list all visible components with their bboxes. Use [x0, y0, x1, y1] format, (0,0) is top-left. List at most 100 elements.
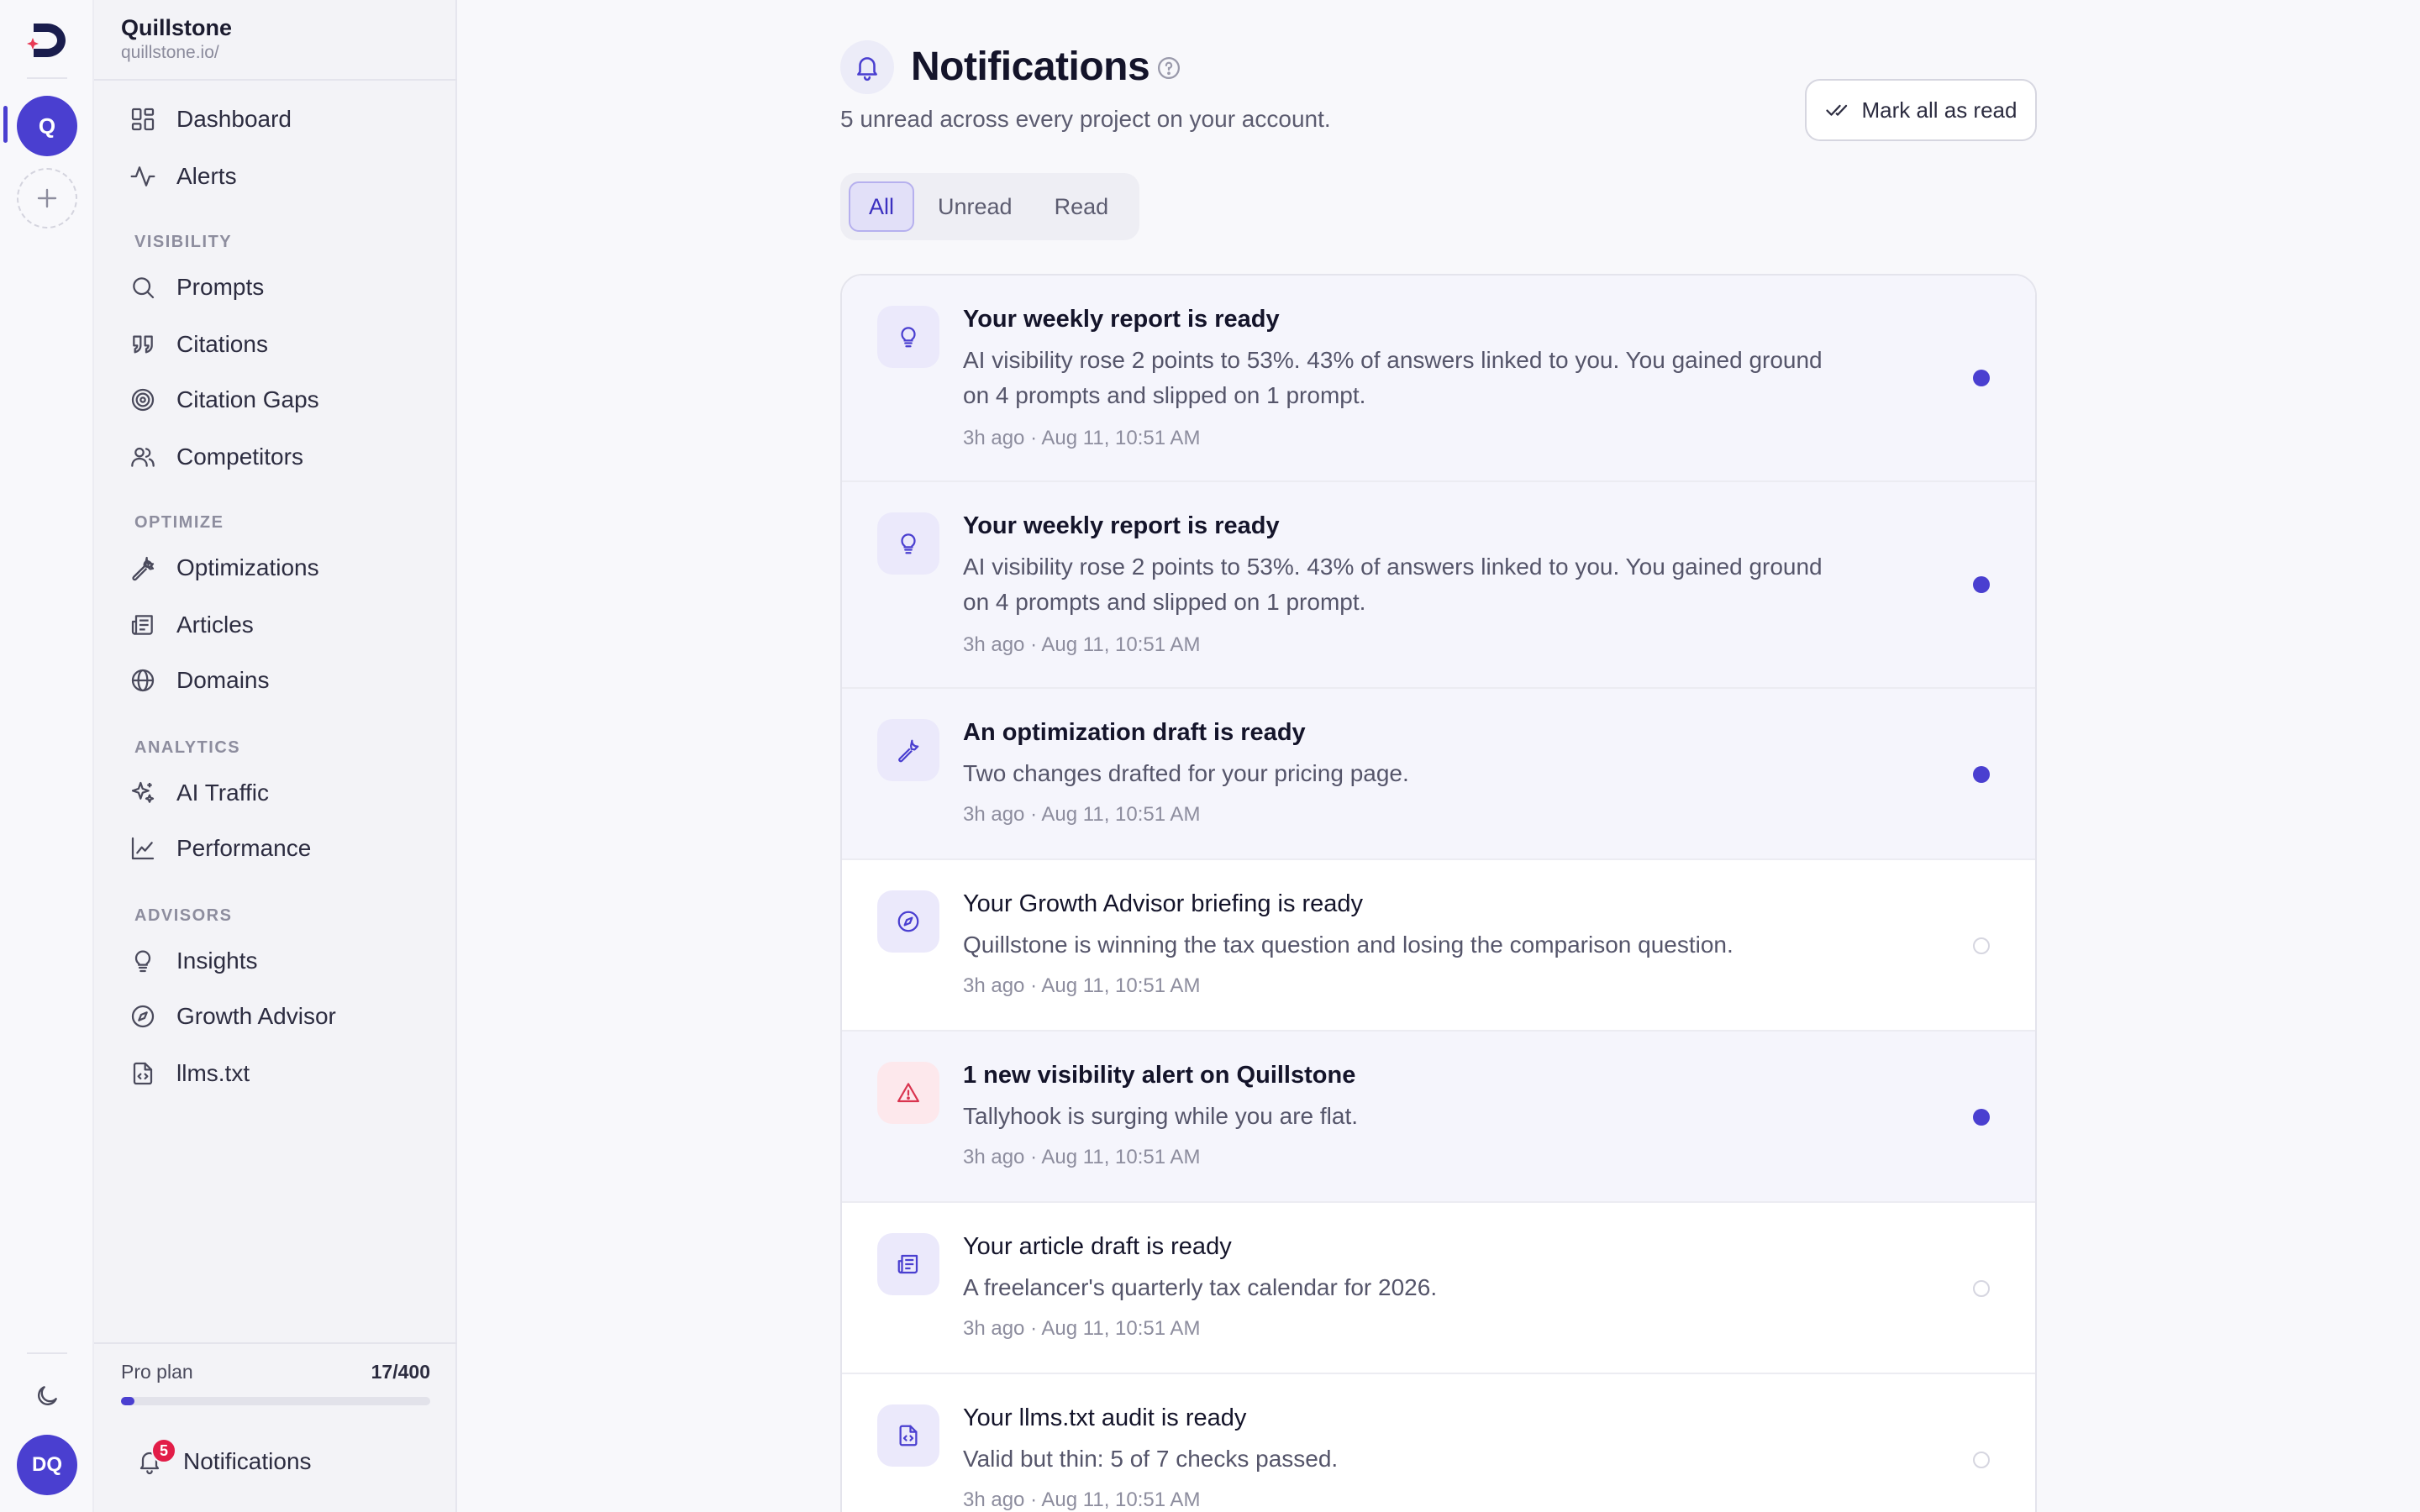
sidebar-item-notifications[interactable]: 5 Notifications: [134, 1438, 312, 1485]
sparkles-icon: [128, 778, 158, 808]
read-indicator[interactable]: [1973, 937, 1990, 954]
sidebar-item-label: Dashboard: [176, 106, 292, 132]
plan-count: 17/400: [371, 1361, 430, 1383]
sidebar-item-growth-advisor[interactable]: Growth Advisor: [128, 993, 336, 1040]
notification-row[interactable]: An optimization draft is ready Two chang…: [842, 689, 2035, 860]
notification-row[interactable]: Your Growth Advisor briefing is ready Qu…: [842, 860, 2035, 1032]
target-icon: [128, 385, 158, 415]
notification-title: Your llms.txt audit is ready: [963, 1404, 1247, 1431]
notification-row[interactable]: Your llms.txt audit is ready Valid but t…: [842, 1374, 2035, 1512]
user-avatar[interactable]: DQ: [17, 1435, 77, 1495]
wrench-icon: [128, 553, 158, 583]
mark-all-read-label: Mark all as read: [1861, 97, 2018, 123]
sidebar-divider-bottom: [94, 1342, 457, 1344]
sidebar-item-label: Alerts: [176, 163, 237, 189]
notification-list: Your weekly report is ready AI visibilit…: [840, 274, 2037, 1512]
app-logo-icon[interactable]: [24, 17, 71, 64]
alert-triangle-icon: [877, 1062, 939, 1124]
notification-title: Your article draft is ready: [963, 1233, 1232, 1260]
sidebar-item-ai-traffic[interactable]: AI Traffic: [128, 769, 269, 816]
sidebar-item-prompts[interactable]: Prompts: [128, 264, 264, 311]
project-switcher[interactable]: Quillstone quillstone.io/: [121, 15, 232, 63]
notification-row[interactable]: Your weekly report is ready AI visibilit…: [842, 276, 2035, 482]
notification-body: A freelancer's quarterly tax calendar fo…: [963, 1274, 1438, 1300]
activity-icon: [128, 161, 158, 192]
help-circle-icon[interactable]: [1156, 55, 1181, 81]
notification-row[interactable]: Your weekly report is ready AI visibilit…: [842, 482, 2035, 689]
sidebar-divider: [94, 79, 457, 81]
plan-progress-bar: [121, 1397, 430, 1405]
section-label-analytics: ANALYTICS: [134, 738, 241, 757]
sidebar-item-articles[interactable]: Articles: [128, 601, 254, 648]
notification-time: 3h ago · Aug 11, 10:51 AM: [963, 427, 1201, 449]
sidebar-item-citations[interactable]: Citations: [128, 321, 268, 368]
moon-icon: [38, 1386, 57, 1405]
sidebar-item-insights[interactable]: Insights: [128, 937, 258, 984]
theme-toggle-button[interactable]: [30, 1379, 64, 1413]
sidebar-item-label: Domains: [176, 667, 270, 693]
compass-icon: [877, 890, 939, 953]
lightbulb-icon: [128, 946, 158, 976]
sidebar-item-llms-txt[interactable]: llms.txt: [128, 1050, 250, 1097]
globe-icon: [128, 665, 158, 696]
notification-title: Your Growth Advisor briefing is ready: [963, 890, 1364, 917]
double-check-icon: [1825, 104, 1847, 116]
read-indicator[interactable]: [1973, 1452, 1990, 1468]
sidebar-item-alerts[interactable]: Alerts: [128, 153, 237, 200]
wrench-icon: [877, 719, 939, 781]
dashboard-icon: [128, 104, 158, 134]
lightbulb-icon: [877, 306, 939, 368]
notification-body: Two changes drafted for your pricing pag…: [963, 760, 1409, 786]
sidebar-item-label: AI Traffic: [176, 780, 269, 806]
project-url: quillstone.io/: [121, 43, 219, 62]
active-workspace-indicator: [3, 106, 8, 143]
plus-icon: [37, 188, 57, 208]
sidebar-item-domains[interactable]: Domains: [128, 657, 269, 704]
notification-body: AI visibility rose 2 points to 53%. 43% …: [963, 554, 1823, 615]
section-label-advisors: ADVISORS: [134, 906, 233, 925]
notification-time: 3h ago · Aug 11, 10:51 AM: [963, 633, 1201, 656]
unread-indicator[interactable]: [1973, 576, 1990, 593]
filter-tabs: All Unread Read: [840, 173, 1139, 240]
notification-title: An optimization draft is ready: [963, 719, 1306, 746]
sidebar-item-label: Competitors: [176, 444, 303, 470]
tab-unread[interactable]: Unread: [919, 181, 1031, 232]
sidebar-item-performance[interactable]: Performance: [128, 825, 311, 872]
mark-all-read-button[interactable]: Mark all as read: [1805, 79, 2037, 141]
plan-progress-fill: [121, 1397, 134, 1405]
sidebar-item-label: llms.txt: [176, 1060, 250, 1086]
notification-body: Quillstone is winning the tax question a…: [963, 932, 1733, 958]
line-chart-icon: [128, 833, 158, 864]
notification-body: Valid but thin: 5 of 7 checks passed.: [963, 1446, 1339, 1472]
file-code-icon: [877, 1404, 939, 1467]
notification-time: 3h ago · Aug 11, 10:51 AM: [963, 803, 1201, 826]
sidebar-item-label: Performance: [176, 835, 312, 861]
rail-divider-bottom: [27, 1352, 67, 1354]
notification-body: Tallyhook is surging while you are flat.: [963, 1103, 1359, 1129]
unread-indicator[interactable]: [1973, 1109, 1990, 1126]
page-title: Notifications: [911, 45, 1150, 89]
tab-read[interactable]: Read: [1036, 181, 1128, 232]
notification-row[interactable]: 1 new visibility alert on Quillstone Tal…: [842, 1032, 2035, 1203]
unread-indicator[interactable]: [1973, 370, 1990, 386]
workspace-avatar[interactable]: Q: [17, 96, 77, 156]
notification-row[interactable]: Your article draft is ready A freelancer…: [842, 1203, 2035, 1374]
compass-icon: [128, 1001, 158, 1032]
search-icon: [128, 272, 158, 302]
sidebar-item-citation-gaps[interactable]: Citation Gaps: [128, 376, 319, 423]
sidebar-item-optimizations[interactable]: Optimizations: [128, 544, 319, 591]
tab-all[interactable]: All: [849, 181, 915, 232]
page-bell-icon: [840, 40, 894, 94]
sidebar-item-label: Citations: [176, 331, 268, 357]
quote-icon: [128, 329, 158, 360]
section-label-optimize: OPTIMIZE: [134, 513, 224, 532]
notification-time: 3h ago · Aug 11, 10:51 AM: [963, 1317, 1201, 1340]
add-workspace-button[interactable]: [17, 168, 77, 228]
sidebar-item-competitors[interactable]: Competitors: [128, 433, 303, 480]
sidebar-item-label: Insights: [176, 948, 258, 974]
unread-indicator[interactable]: [1973, 766, 1990, 783]
notification-time: 3h ago · Aug 11, 10:51 AM: [963, 974, 1201, 997]
read-indicator[interactable]: [1973, 1280, 1990, 1297]
sidebar-item-dashboard[interactable]: Dashboard: [128, 96, 292, 143]
project-name: Quillstone: [121, 15, 233, 40]
